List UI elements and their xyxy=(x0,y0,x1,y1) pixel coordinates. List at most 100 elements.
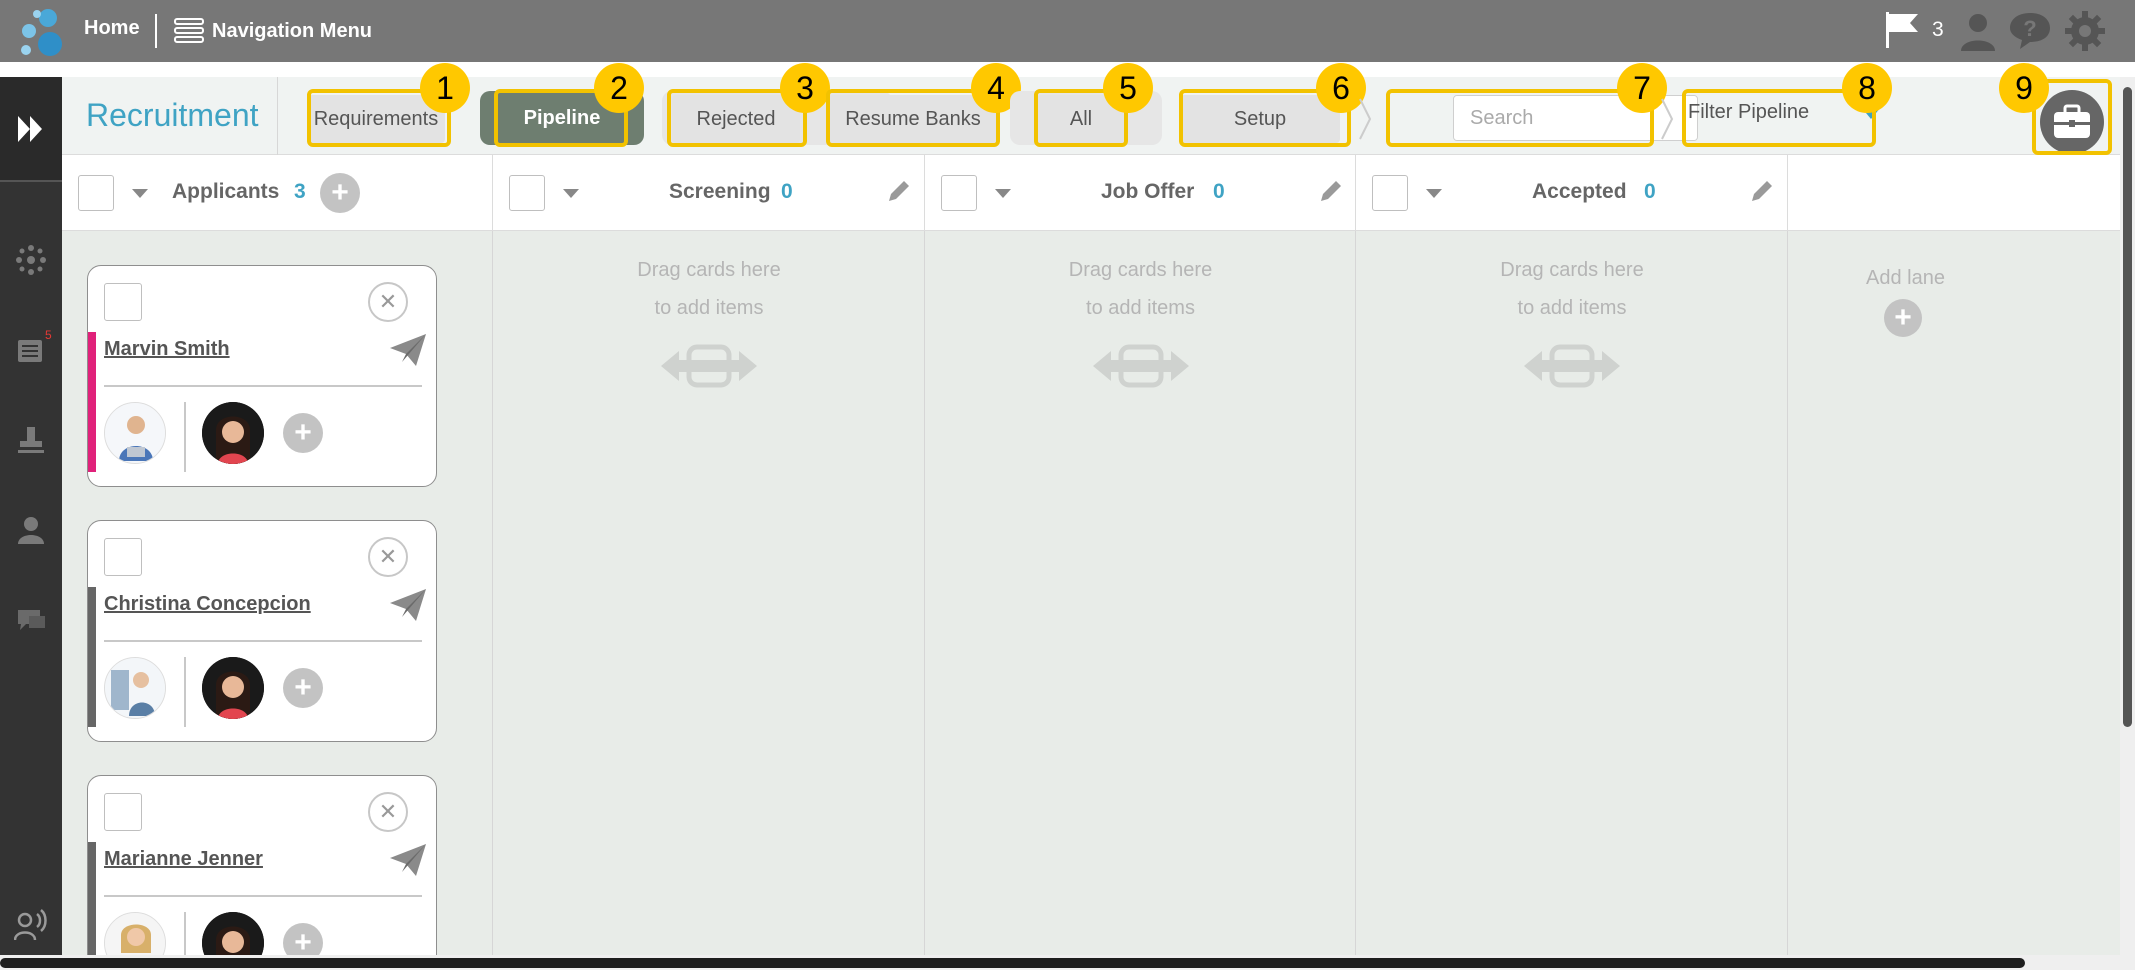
callout-badge-9: 9 xyxy=(1999,63,2049,113)
user-icon[interactable] xyxy=(1956,9,2000,53)
add-lane-button[interactable]: + xyxy=(1884,299,1922,337)
left-rail: 5 xyxy=(0,77,62,970)
lane-menu-chevron-icon[interactable] xyxy=(995,189,1011,198)
card-divider xyxy=(104,385,422,387)
top-spacer xyxy=(0,62,2135,77)
add-applicant-button[interactable]: + xyxy=(320,173,360,213)
lane-body-applicants: ✕ Marvin Smith + ✕ Christina Concepcion … xyxy=(62,231,493,970)
person-icon[interactable] xyxy=(13,512,49,548)
notes-icon[interactable]: 5 xyxy=(13,328,52,368)
close-icon[interactable]: ✕ xyxy=(368,792,408,832)
callout-badge-8: 8 xyxy=(1842,63,1892,113)
applicant-card[interactable]: ✕ Marianne Jenner + xyxy=(87,775,437,970)
add-collaborator-button[interactable]: + xyxy=(283,668,323,708)
page-title: Recruitment xyxy=(86,97,259,133)
callout-badge-5: 5 xyxy=(1103,63,1153,113)
send-icon[interactable] xyxy=(388,332,428,368)
select-all-checkbox[interactable] xyxy=(78,175,114,211)
add-collaborator-button[interactable]: + xyxy=(283,413,323,453)
applicant-name[interactable]: Marvin Smith xyxy=(104,338,230,361)
drop-hint-line-1: Drag cards here xyxy=(1068,259,1213,281)
lane-body-job-offer: Drag cards here to add items xyxy=(925,231,1356,955)
recruiter-avatar xyxy=(202,657,264,719)
edit-pencil-icon[interactable] xyxy=(1317,177,1345,205)
pipeline-board: Applicants 3 + ✕ Marvin Smith + ✕ Christ… xyxy=(62,155,2122,970)
vertical-scrollbar[interactable] xyxy=(2120,77,2135,970)
horizontal-scrollbar[interactable] xyxy=(0,955,2120,970)
send-icon[interactable] xyxy=(388,842,428,878)
help-icon[interactable]: ? xyxy=(2008,9,2052,53)
tab-setup[interactable]: Setup xyxy=(1180,95,1340,143)
stamp-icon[interactable] xyxy=(13,422,49,458)
lane-checkbox[interactable] xyxy=(509,175,545,211)
chat-icon[interactable] xyxy=(13,602,49,638)
navigation-menu-label: Navigation Menu xyxy=(212,19,373,42)
navigation-menu-button[interactable]: Navigation Menu xyxy=(174,13,372,49)
add-lane-label: Add lane xyxy=(1866,267,1945,289)
lane-checkbox[interactable] xyxy=(941,175,977,211)
lane-title: Accepted xyxy=(1532,180,1627,203)
callout-badge-1: 1 xyxy=(420,63,470,113)
card-status-stripe xyxy=(88,587,96,727)
separator-chevron-icon xyxy=(1359,98,1372,140)
send-icon[interactable] xyxy=(388,587,428,623)
lane-menu-chevron-icon[interactable] xyxy=(563,189,579,198)
briefcase-icon xyxy=(2054,104,2090,138)
lane-title: Screening xyxy=(669,180,771,203)
tab-rejected[interactable]: Rejected xyxy=(672,95,800,143)
hamburger-icon xyxy=(174,18,204,43)
card-checkbox[interactable] xyxy=(104,283,142,321)
callout-badge-3: 3 xyxy=(780,63,830,113)
lane-count: 0 xyxy=(781,180,793,203)
module-header: Recruitment Requirements 1 Pipeline 2 Re… xyxy=(62,63,2135,155)
edit-pencil-icon[interactable] xyxy=(885,177,913,205)
drop-hint-line-2: to add items xyxy=(1086,297,1195,319)
drag-arrows-icon xyxy=(661,344,757,388)
drop-hint-line-2: to add items xyxy=(1517,297,1627,319)
contact-broadcast-icon[interactable] xyxy=(13,907,49,943)
lane-count: 0 xyxy=(1644,180,1656,203)
flags-button[interactable]: 3 xyxy=(1884,10,1944,50)
lane-body-screening: Drag cards here to add items xyxy=(493,231,925,955)
vertical-scroll-thumb[interactable] xyxy=(2123,87,2132,727)
card-checkbox[interactable] xyxy=(104,793,142,831)
top-bar: Home Navigation Menu 3 ? xyxy=(0,0,2135,62)
tab-resume-banks[interactable]: Resume Banks xyxy=(828,95,998,143)
separator-chevron-icon-2 xyxy=(1661,98,1674,140)
drop-hint-line-1: Drag cards here xyxy=(1500,259,1644,281)
lane-header-accepted: Accepted 0 xyxy=(1356,155,1788,231)
applicant-name[interactable]: Christina Concepcion xyxy=(104,593,311,616)
expand-rail-button[interactable] xyxy=(0,77,62,182)
drag-arrows-icon xyxy=(1524,344,1620,388)
svg-text:?: ? xyxy=(2023,16,2036,41)
lane-title: Job Offer xyxy=(1101,180,1195,203)
card-checkbox[interactable] xyxy=(104,538,142,576)
lane-header-applicants: Applicants 3 + xyxy=(62,155,493,231)
lane-menu-chevron-icon[interactable] xyxy=(132,189,148,198)
close-icon[interactable]: ✕ xyxy=(368,282,408,322)
lane-menu-chevron-icon[interactable] xyxy=(1426,189,1442,198)
lane-header-job-offer: Job Offer 0 xyxy=(925,155,1356,231)
card-divider xyxy=(104,895,422,897)
edit-pencil-icon[interactable] xyxy=(1748,177,1776,205)
double-chevron-right-icon xyxy=(18,115,42,142)
horizontal-scroll-thumb[interactable] xyxy=(0,958,2025,968)
avatar-separator xyxy=(184,402,186,472)
notes-badge: 5 xyxy=(45,328,52,342)
flag-icon xyxy=(1886,12,1918,48)
drop-hint: Drag cards here to add items xyxy=(493,251,925,327)
drop-hint: Drag cards here to add items xyxy=(1356,251,1788,327)
card-divider xyxy=(104,640,422,642)
app-logo-icon[interactable] xyxy=(14,6,66,58)
lane-checkbox[interactable] xyxy=(1372,175,1408,211)
applicant-card[interactable]: ✕ Christina Concepcion + xyxy=(87,520,437,742)
applicant-card[interactable]: ✕ Marvin Smith + xyxy=(87,265,437,487)
filter-pipeline-label: Filter Pipeline xyxy=(1688,101,1810,123)
gear-icon[interactable] xyxy=(2063,9,2107,53)
home-link[interactable]: Home xyxy=(84,17,140,40)
toolbox-button[interactable] xyxy=(2040,90,2104,154)
add-lane-column: Add lane + xyxy=(1788,231,2122,955)
close-icon[interactable]: ✕ xyxy=(368,537,408,577)
applicant-name[interactable]: Marianne Jenner xyxy=(104,848,263,871)
dashboard-icon[interactable] xyxy=(13,242,49,278)
